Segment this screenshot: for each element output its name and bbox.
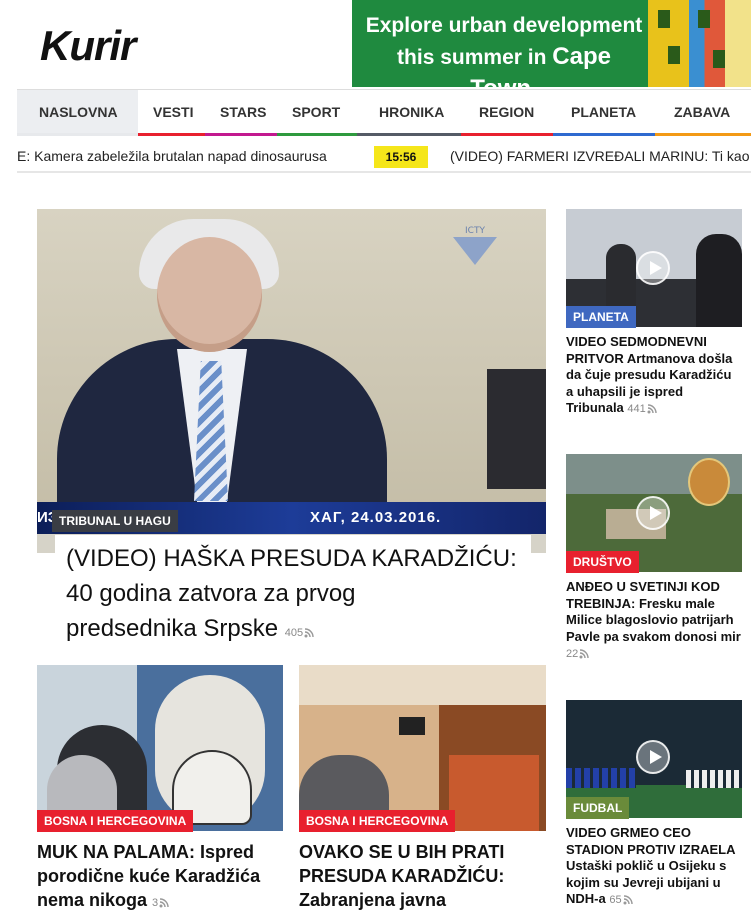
site-logo[interactable]: Kurir [40, 22, 136, 70]
nav-item-stars[interactable]: STARS [205, 90, 277, 136]
nav-item-planeta[interactable]: PLANETA [553, 90, 655, 136]
sidebar-2-title-text: ANĐEO U SVETINJI KOD TREBINJA: Fresku ma… [566, 579, 741, 644]
main-title-line-1: (VIDEO) HAŠKA PRESUDA KARADŽIĆU: [66, 545, 517, 572]
card-1-image[interactable] [37, 665, 283, 831]
card-2-title[interactable]: OVAKO SE U BIH PRATI PRESUDA KARADŽIĆU: … [299, 840, 546, 912]
sidebar-1-comment-count-value: 441 [627, 403, 646, 415]
card-1-title-line-2: porodične kuće Karadžića [37, 866, 261, 886]
svg-text:ICTY: ICTY [465, 226, 485, 236]
sidebar-3-comment-count-value: 65 [609, 894, 622, 906]
sidebar-1-title[interactable]: VIDEO SEDMODNEVNI PRITVOR Artmanova došl… [566, 334, 742, 418]
main-title-line-2: 40 godina zatvora za prvog [66, 580, 356, 607]
person-silhouette [696, 234, 742, 327]
icty-logo-icon: ICTY [453, 226, 497, 265]
card-1-title-line-3: nema nikoga 3 [37, 888, 283, 912]
sidebar-3-title[interactable]: VIDEO GRMEO CEO STADION PROTIV IZRAELA U… [566, 825, 742, 909]
nav-item-hronika[interactable]: HRONIKA [357, 90, 461, 136]
icon-fresco-shape [688, 458, 730, 506]
ad-image [648, 0, 751, 87]
tv-screen-shape [399, 717, 425, 735]
comments-icon [159, 898, 169, 908]
ticker-item-right[interactable]: (VIDEO) FARMERI IZVREĐALI MARINU: Ti kao… [450, 148, 751, 164]
sidebar-2-title[interactable]: ANĐEO U SVETINJI KOD TREBINJA: Fresku ma… [566, 579, 742, 663]
sidebar-2-comment-count-value: 22 [566, 648, 579, 660]
card-1-title[interactable]: MUK NA PALAMA: Ispred porodične kuće Kar… [37, 840, 283, 912]
bar-counter-shape [449, 755, 539, 831]
nav-item-region[interactable]: REGION [461, 90, 553, 136]
main-title-line-3: predsednika Srpske 405 [66, 611, 526, 651]
nav-item-sport[interactable]: SPORT [277, 90, 357, 136]
ad-line-2-prefix: this summer in [397, 46, 547, 69]
comment-count-value: 405 [284, 627, 304, 639]
sidebar-3-tag[interactable]: FUDBAL [566, 797, 630, 819]
comments-icon [647, 404, 657, 414]
players-white-shape [686, 770, 742, 788]
card-1-title-line-3-text: nema nikoga [37, 890, 148, 910]
comment-count: 405 [285, 627, 314, 639]
nav-item-zabava[interactable]: ZABAVA [655, 90, 751, 136]
card-1-tag[interactable]: BOSNA I HERCEGOVINA [37, 810, 194, 832]
play-icon[interactable] [636, 496, 670, 530]
nav-item-naslovna[interactable]: NASLOVNA [17, 90, 138, 136]
sidebar-1-comment-count: 441 [627, 403, 657, 415]
news-ticker: E: Kamera zabeležila brutalan napad dino… [17, 143, 751, 173]
sidebar-3-title-text: VIDEO GRMEO CEO STADION PROTIV IZRAELA U… [566, 825, 735, 906]
main-article-title[interactable]: (VIDEO) HAŠKA PRESUDA KARADŽIĆU: 40 godi… [66, 541, 526, 651]
main-title-line-3-text: predsednika Srpske [66, 615, 279, 642]
sidebar-2-comment-count: 22 [566, 648, 589, 660]
play-icon[interactable] [636, 251, 670, 285]
ad-line-2: this summer in Cape Town. [364, 41, 644, 87]
card-1-comment-count: 3 [152, 897, 169, 909]
comments-icon [623, 895, 633, 905]
monitor-shape [487, 369, 546, 489]
play-icon[interactable] [636, 740, 670, 774]
ticker-time-badge: 15:56 [374, 146, 428, 168]
sidebar-1-tag[interactable]: PLANETA [566, 306, 636, 328]
person-head-shape [157, 237, 262, 352]
main-article-tag[interactable]: TRIBUNAL U HAGU [52, 510, 178, 532]
ad-banner[interactable]: Explore urban development this summer in… [352, 0, 751, 87]
card-2-title-line-2: PRESUDA KARADŽIĆU: [299, 866, 505, 886]
main-article-image[interactable]: ICTY ИЗ УДЕ ХАГ, 24.03.2016. [37, 209, 546, 553]
sidebar-2-tag[interactable]: DRUŠTVO [566, 551, 639, 573]
card-1-comment-count-value: 3 [152, 897, 159, 909]
players-blue-shape [566, 768, 636, 788]
ad-text: Explore urban development this summer in… [364, 10, 644, 87]
main-nav: NASLOVNA VESTI STARS SPORT HRONIKA REGIO… [17, 89, 751, 136]
comments-icon [304, 628, 314, 638]
comments-icon [579, 649, 589, 659]
sidebar-3-comment-count: 65 [609, 894, 633, 906]
card-2-title-line-3: Zabranjena javna [299, 890, 447, 910]
tv-caption-right: ХАГ, 24.03.2016. [310, 509, 442, 526]
card-1-title-line-1: MUK NA PALAMA: Ispred [37, 842, 254, 862]
ad-line-1: Explore urban development [365, 14, 643, 37]
card-2-tag[interactable]: BOSNA I HERCEGOVINA [299, 810, 456, 832]
ticker-item-left[interactable]: E: Kamera zabeležila brutalan napad dino… [17, 148, 327, 164]
card-2-title-line-1: OVAKO SE U BIH PRATI [299, 842, 505, 862]
card-2-image[interactable] [299, 665, 546, 831]
nav-item-vesti[interactable]: VESTI [138, 90, 205, 136]
ceiling-shape [299, 665, 546, 705]
